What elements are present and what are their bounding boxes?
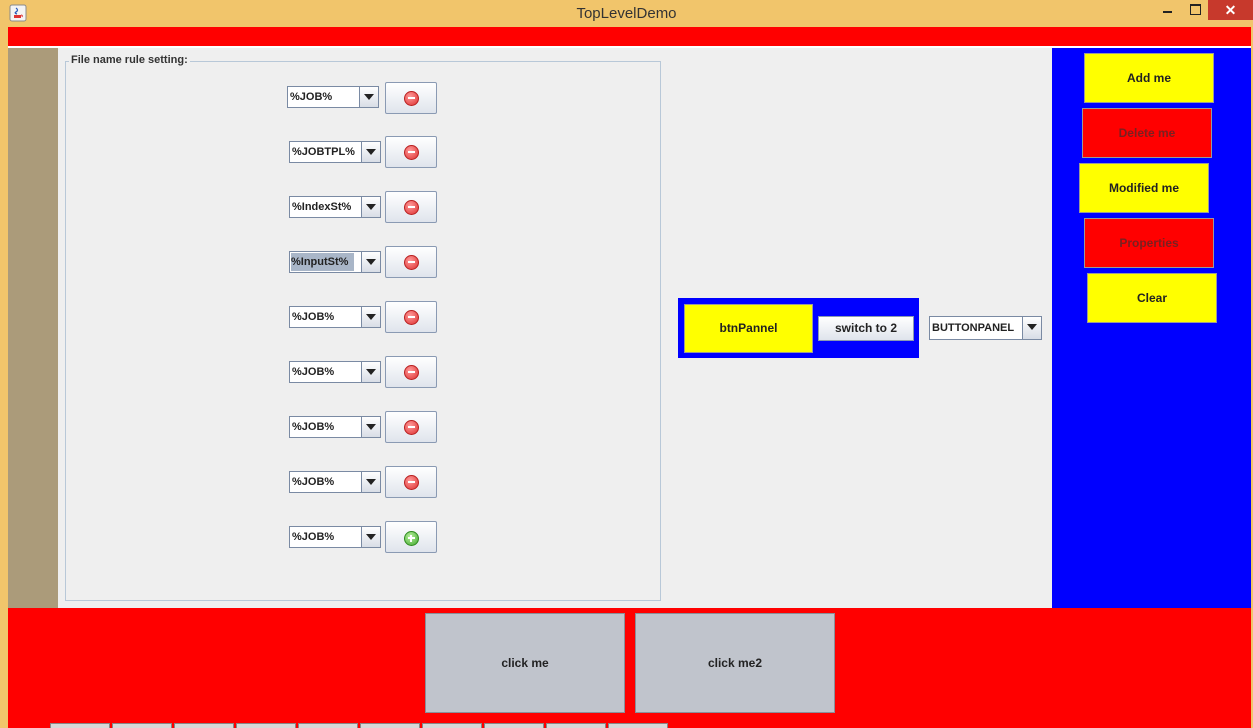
delete-me-button[interactable]: Delete me xyxy=(1082,108,1212,158)
close-button[interactable]: ✕ xyxy=(1208,0,1253,20)
west-panel xyxy=(8,48,58,608)
window-border-left xyxy=(0,27,8,728)
clear-button[interactable]: Clear xyxy=(1087,273,1217,323)
rule-combo-3[interactable]: %IndexSt% xyxy=(289,196,381,218)
chevron-down-icon[interactable] xyxy=(361,197,380,217)
window-title: TopLevelDemo xyxy=(576,5,677,22)
minus-circle-icon xyxy=(404,475,419,490)
rule-combo-value: %IndexSt% xyxy=(292,201,352,213)
rule-combo-value: %JOB% xyxy=(292,366,335,378)
north-panel xyxy=(8,27,1251,46)
title-bar: TopLevelDemo ✕ xyxy=(0,0,1253,27)
close-icon: ✕ xyxy=(1224,2,1237,18)
taskbar-tab xyxy=(546,723,606,728)
taskbar-tab xyxy=(50,723,110,728)
south-panel xyxy=(8,608,1251,728)
taskbar-tab xyxy=(174,723,234,728)
switch-button[interactable]: switch to 2 xyxy=(818,316,914,341)
chevron-down-icon[interactable] xyxy=(361,307,380,327)
rule-combo-9[interactable]: %JOB% xyxy=(289,526,381,548)
minus-circle-icon xyxy=(404,310,419,325)
add-rule-button[interactable] xyxy=(385,521,437,553)
remove-rule-button-7[interactable] xyxy=(385,411,437,443)
remove-rule-button-2[interactable] xyxy=(385,136,437,168)
maximize-button[interactable] xyxy=(1181,0,1209,20)
rule-combo-value: %JOB% xyxy=(292,531,335,543)
remove-rule-button-3[interactable] xyxy=(385,191,437,223)
minus-circle-icon xyxy=(404,420,419,435)
remove-rule-button-1[interactable] xyxy=(385,82,437,114)
chevron-down-icon[interactable] xyxy=(361,362,380,382)
modified-me-button[interactable]: Modified me xyxy=(1079,163,1209,213)
chevron-down-icon[interactable] xyxy=(361,252,380,272)
rule-combo-value: %JOB% xyxy=(292,421,335,433)
rule-combo-6[interactable]: %JOB% xyxy=(289,361,381,383)
chevron-down-icon[interactable] xyxy=(361,527,380,547)
rule-combo-value: %JOB% xyxy=(292,476,335,488)
minus-circle-icon xyxy=(404,365,419,380)
rule-combo-5[interactable]: %JOB% xyxy=(289,306,381,328)
remove-rule-button-8[interactable] xyxy=(385,466,437,498)
chevron-down-icon[interactable] xyxy=(359,87,378,107)
taskbar-tab xyxy=(608,723,668,728)
chevron-down-icon[interactable] xyxy=(361,142,380,162)
rule-combo-2[interactable]: %JOBTPL% xyxy=(289,141,381,163)
taskbar-tab xyxy=(422,723,482,728)
rule-combo-4[interactable]: %InputSt% xyxy=(289,251,381,273)
click-me-button[interactable]: click me xyxy=(425,613,625,713)
taskbar-tab xyxy=(298,723,358,728)
panel-selector-combo[interactable]: BUTTONPANEL xyxy=(929,316,1042,340)
rule-combo-value: %JOB% xyxy=(290,91,333,103)
rule-combo-1[interactable]: %JOB% xyxy=(287,86,379,108)
add-me-button[interactable]: Add me xyxy=(1084,53,1214,103)
chevron-down-icon[interactable] xyxy=(361,472,380,492)
plus-circle-icon xyxy=(404,531,419,546)
minimize-button[interactable] xyxy=(1153,0,1181,20)
remove-rule-button-4[interactable] xyxy=(385,246,437,278)
taskbar-stub xyxy=(50,723,670,728)
chevron-down-icon[interactable] xyxy=(361,417,380,437)
chevron-down-icon[interactable] xyxy=(1022,317,1041,339)
rule-combo-value: %JOB% xyxy=(292,311,335,323)
minus-circle-icon xyxy=(404,145,419,160)
minus-circle-icon xyxy=(404,255,419,270)
rule-combo-7[interactable]: %JOB% xyxy=(289,416,381,438)
click-me2-button[interactable]: click me2 xyxy=(635,613,835,713)
taskbar-tab xyxy=(484,723,544,728)
rule-combo-value: %JOBTPL% xyxy=(292,146,355,158)
rule-combo-value: %InputSt% xyxy=(291,253,355,271)
panel-selector-value: BUTTONPANEL xyxy=(932,322,1015,334)
btnpannel-button[interactable]: btnPannel xyxy=(684,304,813,353)
properties-button[interactable]: Properties xyxy=(1084,218,1214,268)
taskbar-tab xyxy=(112,723,172,728)
minus-circle-icon xyxy=(404,91,419,106)
minus-circle-icon xyxy=(404,200,419,215)
rule-combo-8[interactable]: %JOB% xyxy=(289,471,381,493)
file-name-rule-title: File name rule setting: xyxy=(69,54,190,66)
remove-rule-button-6[interactable] xyxy=(385,356,437,388)
taskbar-tab xyxy=(360,723,420,728)
taskbar-tab xyxy=(236,723,296,728)
remove-rule-button-5[interactable] xyxy=(385,301,437,333)
